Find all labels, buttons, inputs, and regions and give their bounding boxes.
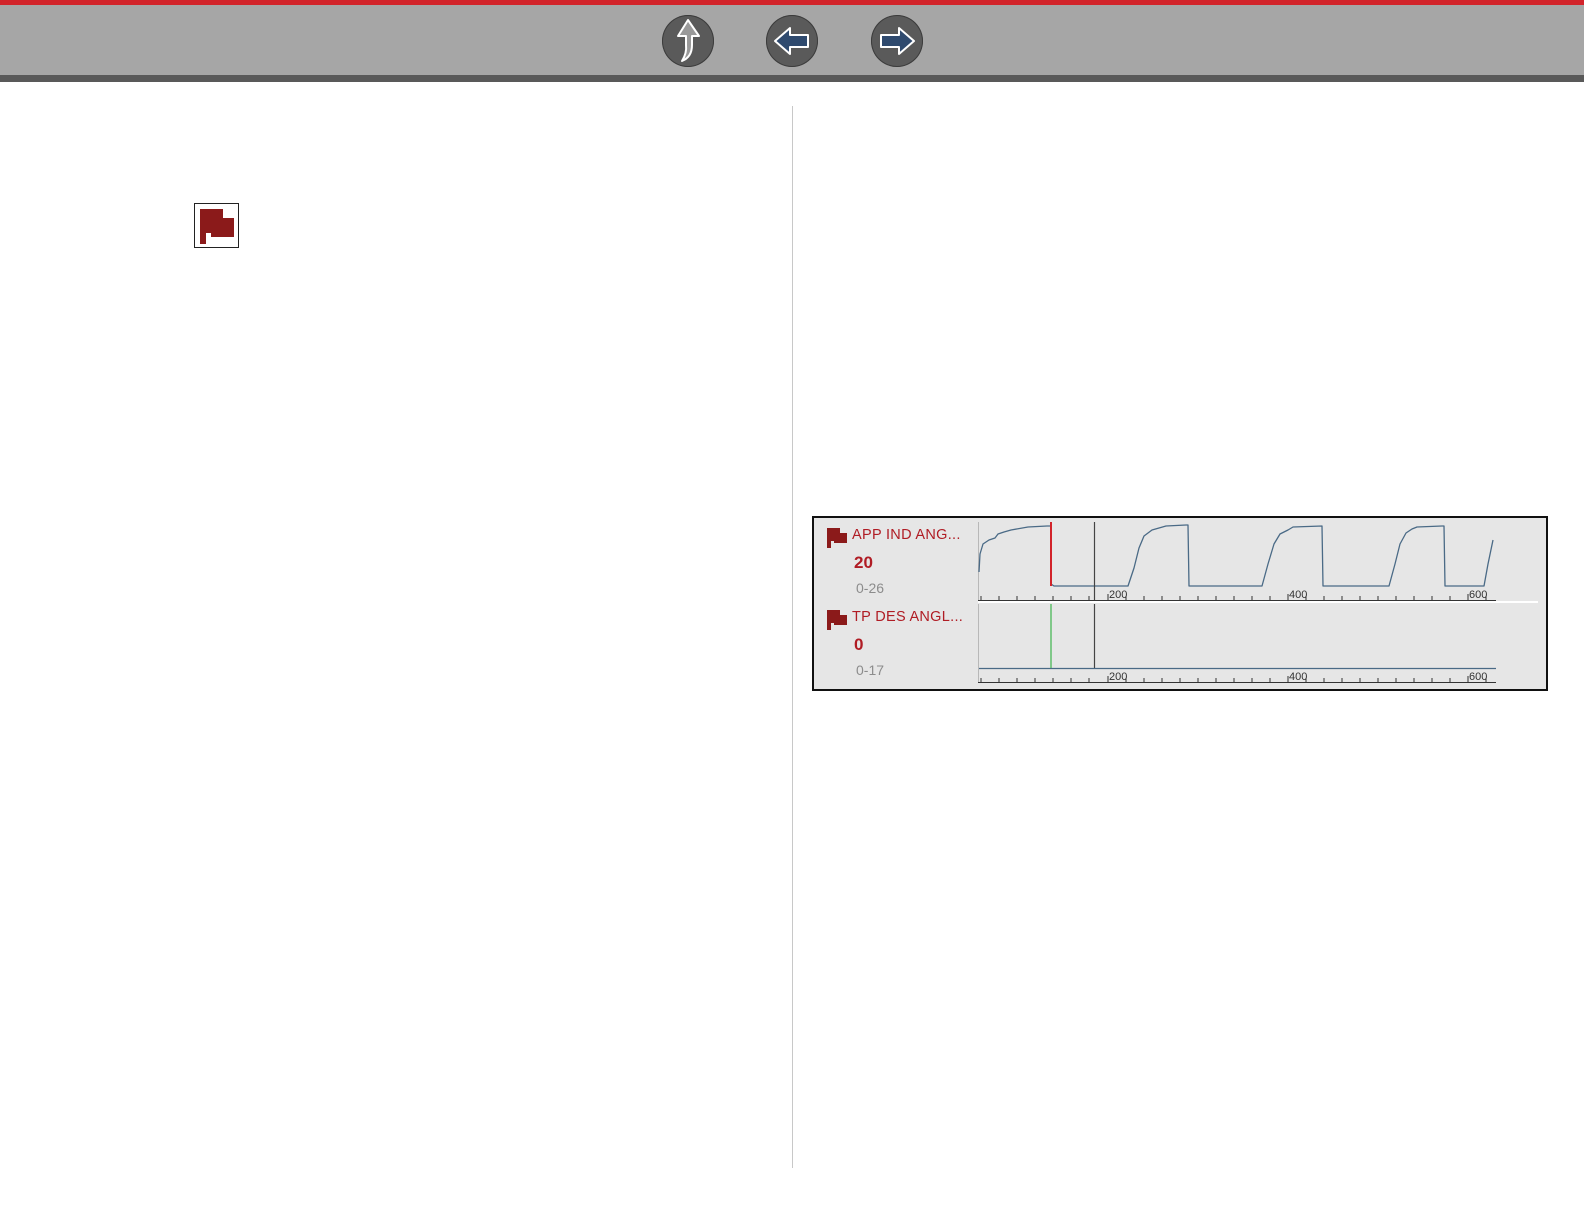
up-button[interactable] bbox=[662, 15, 714, 67]
forward-button[interactable] bbox=[871, 15, 923, 67]
pid-name[interactable]: APP IND ANG... bbox=[852, 527, 961, 543]
tick-label: 200 bbox=[1109, 589, 1127, 601]
pid-name[interactable]: TP DES ANGL... bbox=[852, 609, 963, 625]
right-arrow-icon bbox=[880, 27, 915, 55]
flag-icon[interactable] bbox=[826, 609, 848, 631]
column-divider bbox=[792, 106, 793, 1168]
graph-plot-area[interactable]: 200 400 600 200 400 600 bbox=[978, 518, 1538, 689]
toolbar-accent-stripe bbox=[0, 0, 1584, 5]
x-axis-ticks bbox=[980, 594, 1487, 601]
up-arrow-icon bbox=[677, 19, 700, 62]
back-button[interactable] bbox=[766, 15, 818, 67]
toolbar-bottom-stripe bbox=[0, 75, 1584, 82]
x-axis-ticks bbox=[980, 676, 1487, 683]
flag-icon[interactable] bbox=[826, 527, 848, 549]
tick-label: 200 bbox=[1109, 671, 1127, 683]
tick-label: 600 bbox=[1469, 671, 1487, 683]
tick-label: 600 bbox=[1469, 589, 1487, 601]
top-toolbar bbox=[0, 0, 1584, 82]
tick-label: 400 bbox=[1289, 589, 1307, 601]
graph-figure: APP IND ANG... 20 0-26 TP DES ANGL... 0 … bbox=[812, 516, 1548, 691]
pid-value: 0 bbox=[854, 635, 864, 654]
pid-range: 0-26 bbox=[856, 580, 885, 596]
tick-label: 400 bbox=[1289, 671, 1307, 683]
flag-icon bbox=[197, 206, 236, 245]
flag-icon-box bbox=[194, 203, 239, 248]
left-arrow-icon bbox=[774, 27, 809, 55]
pid-value: 20 bbox=[854, 553, 873, 572]
waveform-trace bbox=[978, 524, 1494, 587]
pid-range: 0-17 bbox=[856, 662, 885, 678]
